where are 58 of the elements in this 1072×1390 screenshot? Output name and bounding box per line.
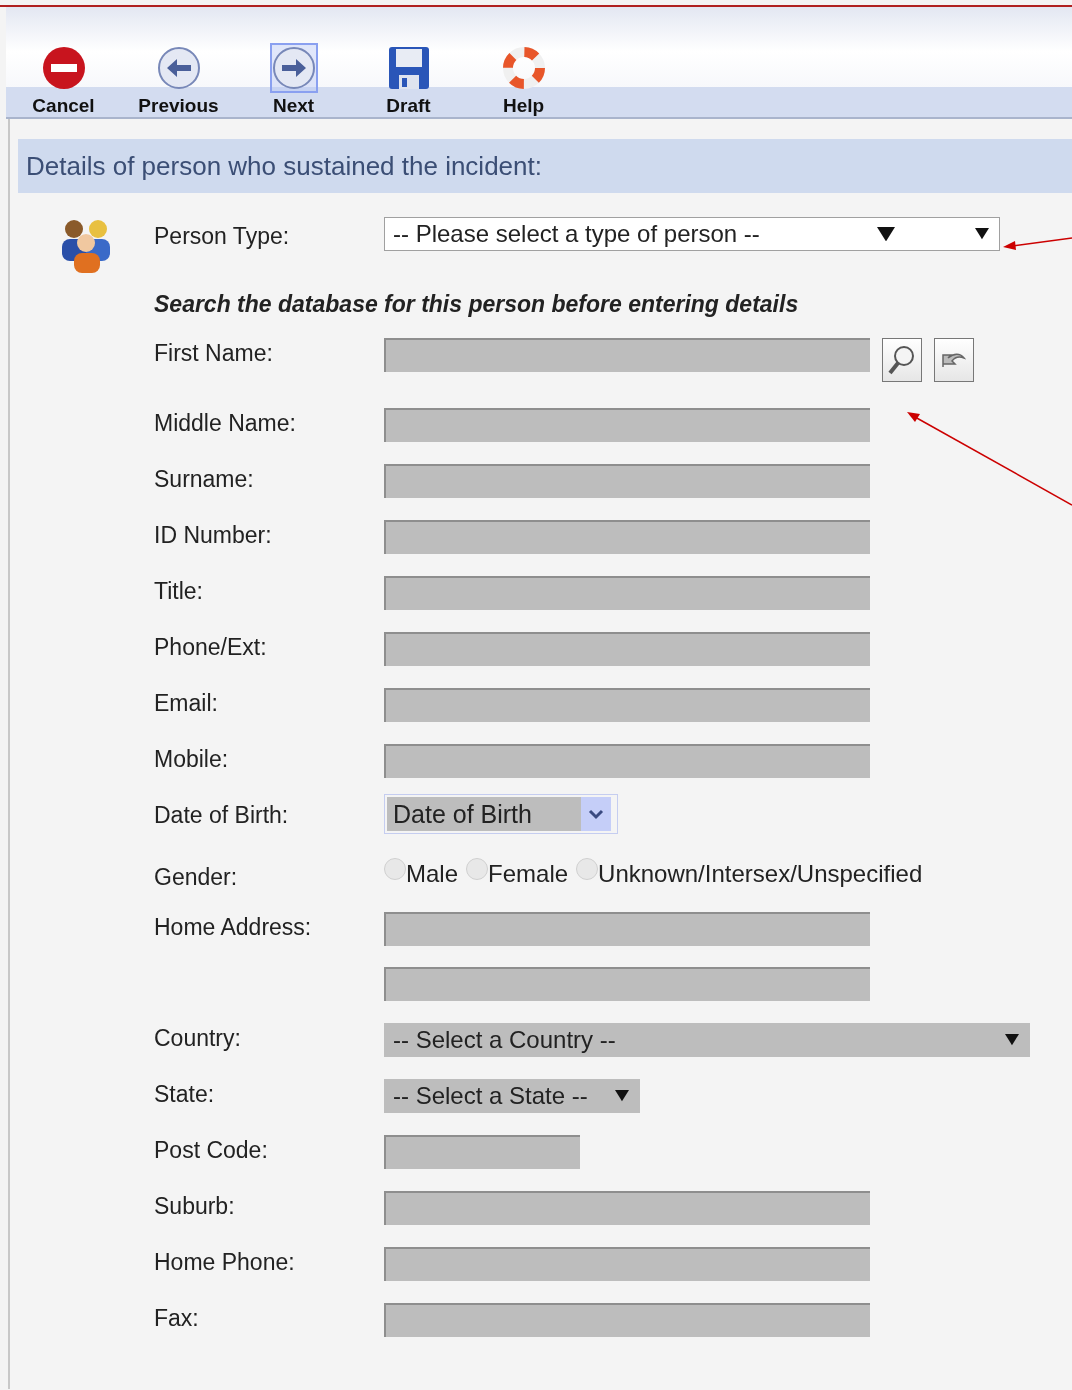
caret-icon <box>1005 1034 1019 1046</box>
stop-icon <box>41 46 86 90</box>
caret-icon <box>975 228 989 240</box>
field-label: State: <box>154 1080 216 1108</box>
field-label: Email: <box>154 689 219 717</box>
field-label: First Name: <box>154 339 274 367</box>
curved-arrow-icon <box>942 352 966 368</box>
text-field[interactable] <box>384 1191 870 1225</box>
text-field[interactable] <box>384 576 870 610</box>
field-label: Middle Name: <box>154 409 297 437</box>
toolbar-button[interactable]: Next <box>236 37 351 117</box>
field-label: Gender: <box>154 863 239 891</box>
text-field[interactable] <box>384 744 870 778</box>
text-field[interactable] <box>384 338 870 372</box>
field-label: Phone/Ext: <box>154 633 268 661</box>
text-field[interactable] <box>384 1135 580 1169</box>
field-label: Country: <box>154 1024 242 1052</box>
field-label: Title: <box>154 577 204 605</box>
date-picker[interactable]: Date of Birth <box>384 794 618 834</box>
search-button[interactable] <box>882 338 922 382</box>
text-field[interactable] <box>384 408 870 442</box>
field-label: Fax: <box>154 1304 200 1332</box>
lifebuoy-icon <box>501 46 546 90</box>
text-field[interactable] <box>384 967 870 1001</box>
text-field[interactable] <box>384 912 870 946</box>
annotation-arrow <box>1003 236 1072 250</box>
dropdown[interactable]: -- Select a State -- <box>384 1079 640 1113</box>
search-instruction: Search the database for this person before entering details <box>154 291 800 318</box>
text-field[interactable] <box>384 464 870 498</box>
field-label: Date of Birth: <box>154 801 290 829</box>
caret-icon <box>615 1090 629 1102</box>
field-label: Person Type: <box>154 222 291 250</box>
undo-button[interactable] <box>934 338 974 382</box>
text-field[interactable] <box>384 520 870 554</box>
field-label: Home Phone: <box>154 1248 296 1276</box>
text-field[interactable] <box>384 688 870 722</box>
radio-option[interactable]: Female <box>466 860 569 888</box>
radio-option[interactable]: Male <box>384 860 459 888</box>
magnifier-icon <box>888 345 916 375</box>
chevron-down-icon <box>588 808 604 820</box>
toolbar-button[interactable]: Previous <box>121 37 236 117</box>
caret-icon <box>877 226 895 242</box>
section-header: Details of person who sustained the incident: <box>18 139 1072 193</box>
field-label: Home Address: <box>154 913 313 941</box>
field-label: Surname: <box>154 465 255 493</box>
field-label: Post Code: <box>154 1136 269 1164</box>
dropdown[interactable]: -- Select a Country -- <box>384 1023 1030 1057</box>
field-label: Suburb: <box>154 1192 236 1220</box>
text-field[interactable] <box>384 1303 870 1337</box>
dropdown[interactable]: -- Please select a type of person -- <box>384 217 1000 251</box>
radio-option[interactable]: Unknown/Intersex/Unspecified <box>576 860 923 888</box>
toolbar-button[interactable]: Help <box>466 37 581 117</box>
text-field[interactable] <box>384 632 870 666</box>
text-field[interactable] <box>384 1247 870 1281</box>
toolbar-button[interactable]: Draft <box>351 37 466 117</box>
field-label: Mobile: <box>154 745 230 773</box>
field-label: ID Number: <box>154 521 273 549</box>
toolbar-button[interactable]: Cancel <box>6 37 121 117</box>
